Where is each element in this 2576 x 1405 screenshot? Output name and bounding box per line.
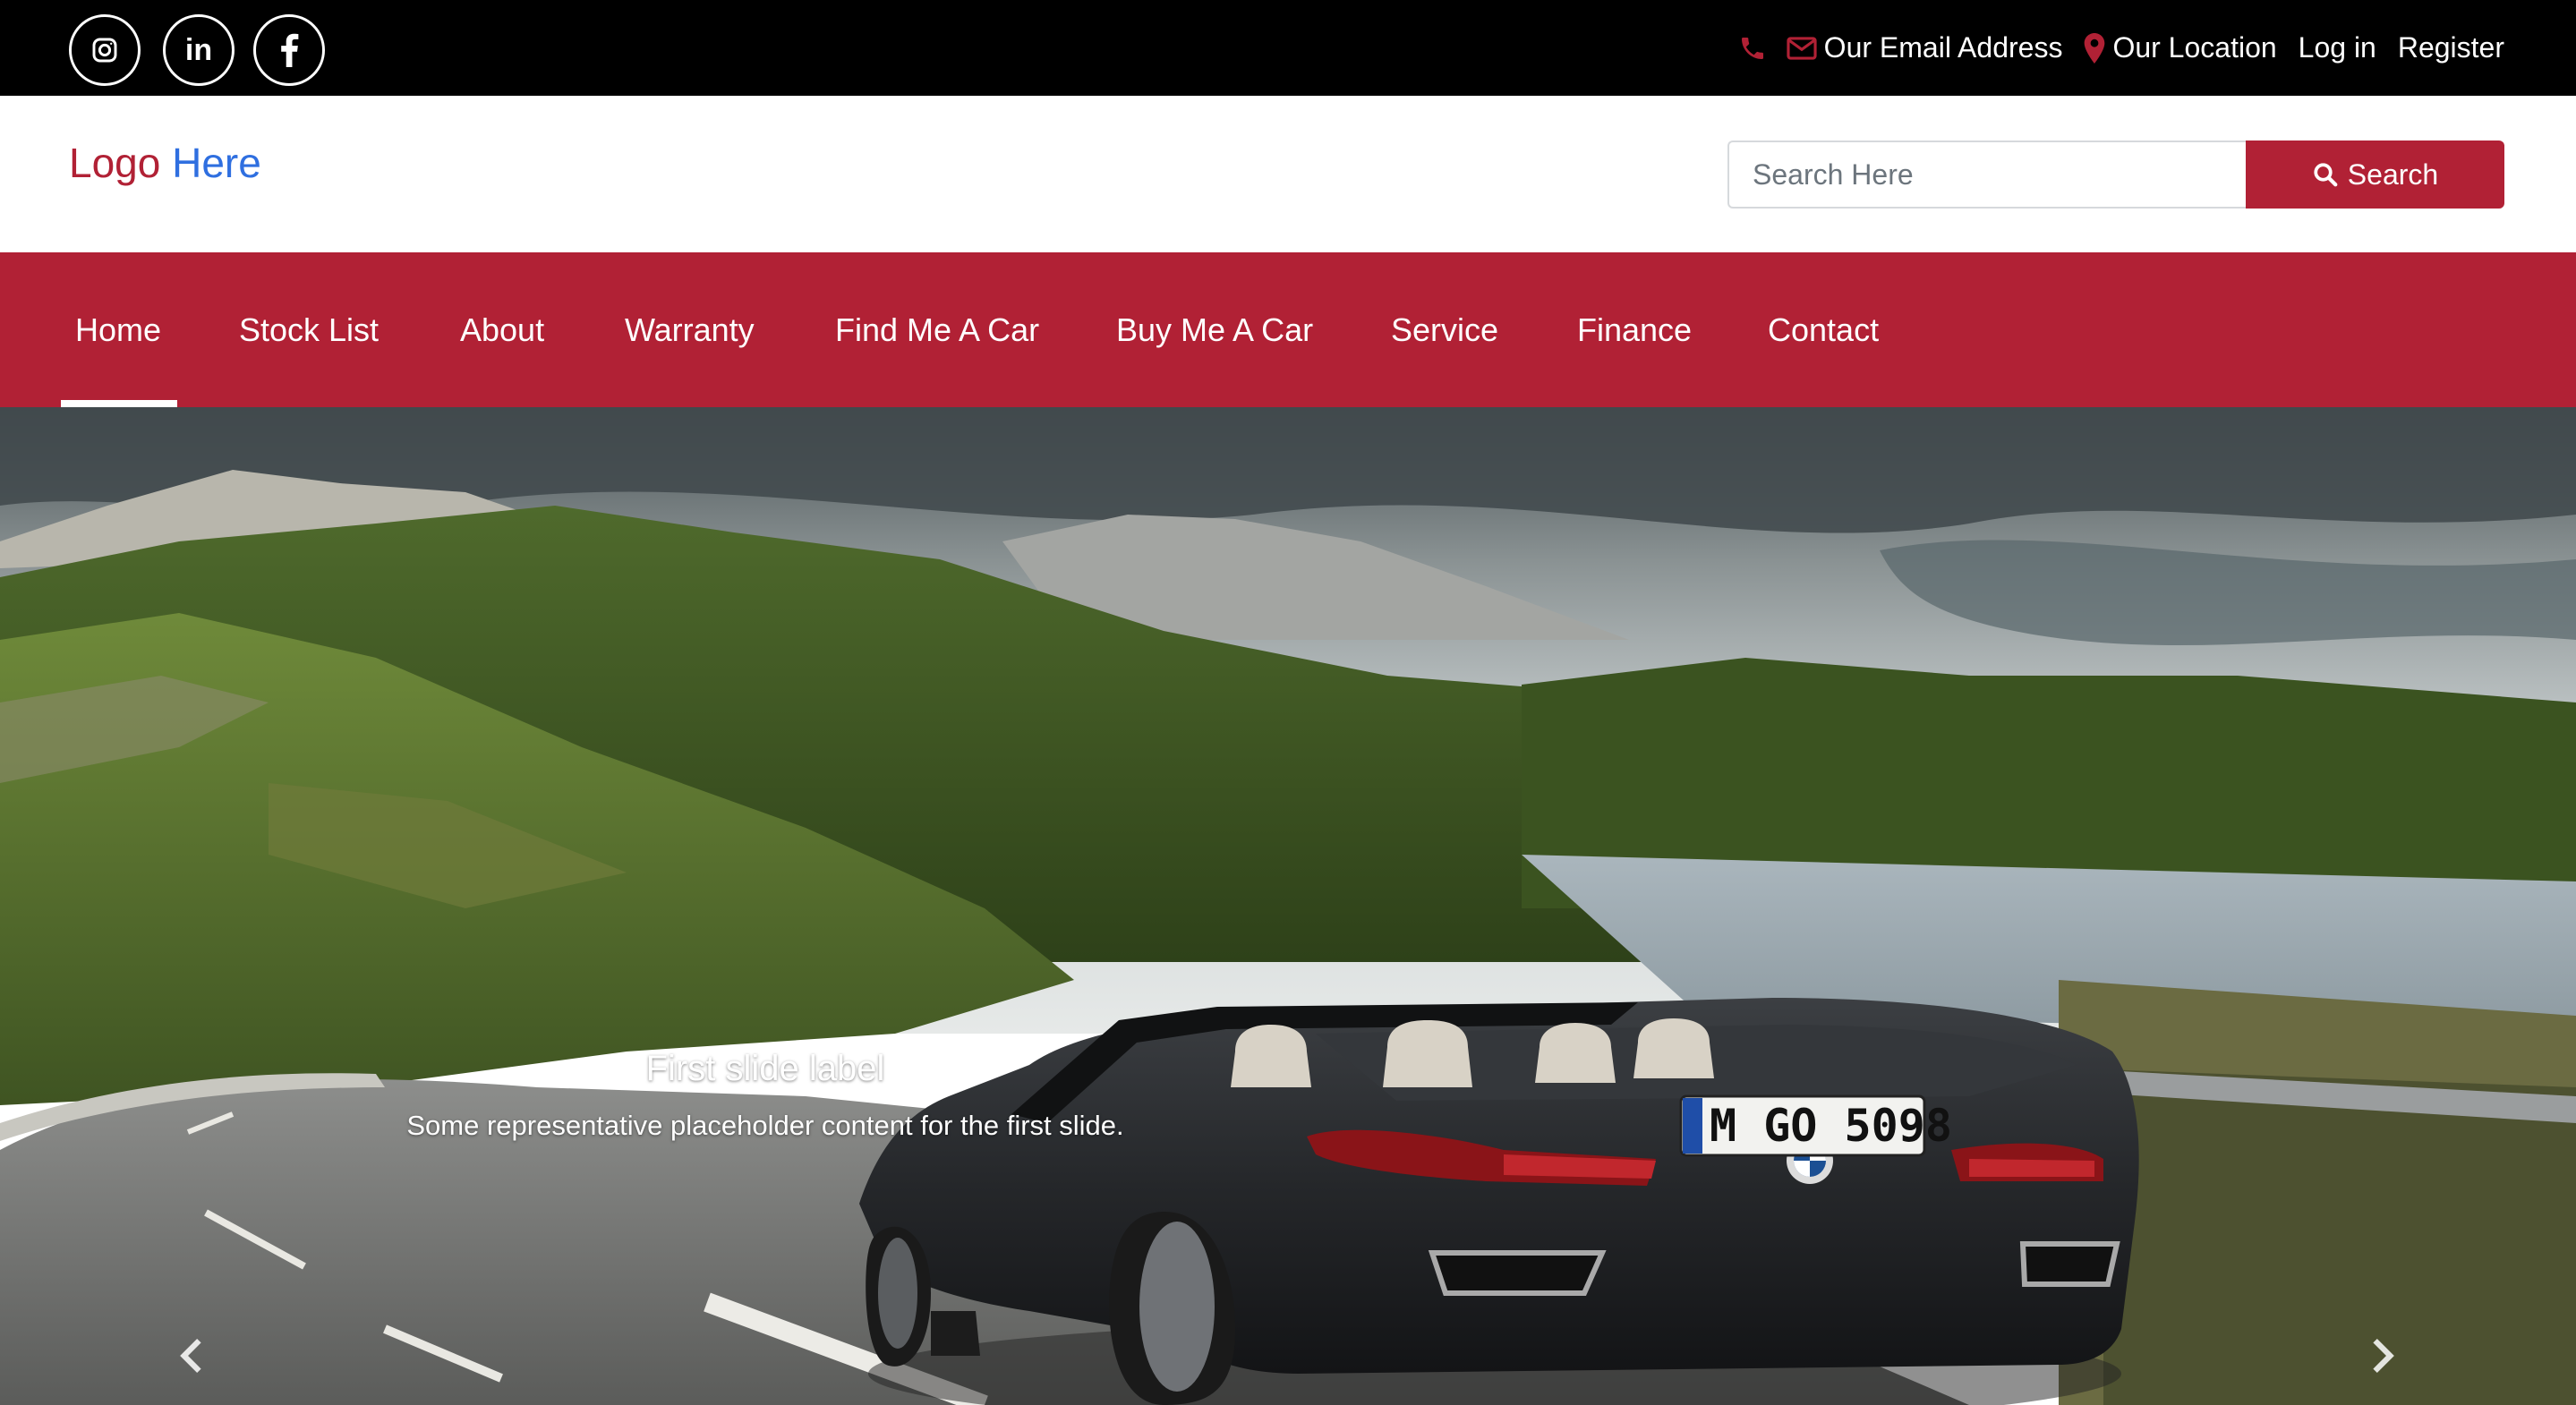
main-nav: Home Stock List About Warranty Find Me A…: [0, 252, 2576, 407]
chevron-left-icon: [180, 1338, 201, 1374]
chevron-right-icon: [2373, 1338, 2394, 1374]
linkedin-text: in: [184, 33, 213, 67]
location-link[interactable]: Our Location: [2084, 31, 2277, 64]
nav-label: About: [460, 311, 545, 348]
nav-label: Finance: [1577, 311, 1693, 348]
nav-label: Stock List: [239, 311, 380, 348]
logo-part-2: Here: [172, 140, 261, 186]
nav-item-about[interactable]: About: [460, 252, 544, 407]
email-link[interactable]: Our Email Address: [1787, 31, 2063, 64]
nav-item-contact[interactable]: Contact: [1768, 252, 1879, 407]
nav-item-stock-list[interactable]: Stock List: [239, 252, 379, 407]
linkedin-icon[interactable]: in: [163, 14, 235, 86]
search-input[interactable]: [1727, 140, 2246, 209]
carousel-caption-text: Some representative placeholder content …: [406, 1110, 1124, 1141]
nav-label: Contact: [1768, 311, 1880, 348]
instagram-icon[interactable]: [69, 14, 141, 86]
hero-image: M GO 5098: [0, 407, 2576, 1405]
nav-item-warranty[interactable]: Warranty: [625, 252, 755, 407]
active-nav-indicator: [61, 400, 177, 407]
hero-carousel: M GO 5098: [0, 407, 2576, 1405]
search-button[interactable]: Search: [2246, 140, 2504, 209]
logo[interactable]: Logo Here: [69, 142, 261, 183]
logo-part-1: Logo: [69, 140, 161, 186]
top-bar: in Our Email Address Our Location Log in…: [0, 0, 2576, 96]
nav-item-home[interactable]: Home: [75, 252, 161, 407]
nav-item-buy-me-a-car[interactable]: Buy Me A Car: [1116, 252, 1313, 407]
header: Logo Here Search: [0, 96, 2576, 252]
login-label: Log in: [2298, 31, 2376, 64]
nav-item-service[interactable]: Service: [1391, 252, 1498, 407]
register-link[interactable]: Register: [2398, 31, 2504, 64]
nav-label: Find Me A Car: [835, 311, 1040, 348]
top-links: Our Email Address Our Location Log in Re…: [1738, 0, 2504, 96]
nav-label: Service: [1391, 311, 1499, 348]
facebook-icon[interactable]: [253, 14, 325, 86]
license-plate-text: M GO 5098: [1710, 1100, 1952, 1152]
nav-label: Warranty: [625, 311, 755, 348]
nav-label: Home: [75, 311, 162, 348]
search-icon: [2314, 163, 2338, 187]
login-link[interactable]: Log in: [2299, 31, 2376, 64]
phone-link[interactable]: [1738, 34, 1767, 63]
carousel-caption-title: First slide label: [645, 1049, 885, 1088]
carousel-prev-button[interactable]: [165, 1329, 218, 1383]
nav-item-finance[interactable]: Finance: [1577, 252, 1692, 407]
map-marker-icon: [2085, 32, 2105, 64]
envelope-icon: [1787, 36, 1817, 60]
search-button-label: Search: [2347, 158, 2439, 191]
carousel-next-button[interactable]: [2356, 1329, 2410, 1383]
register-label: Register: [2397, 31, 2504, 64]
nav-item-find-me-a-car[interactable]: Find Me A Car: [835, 252, 1039, 407]
location-label: Our Location: [2112, 31, 2277, 64]
search-form: Search: [1727, 140, 2504, 209]
phone-icon: [1741, 37, 1763, 59]
email-label: Our Email Address: [1823, 31, 2063, 64]
nav-label: Buy Me A Car: [1116, 311, 1314, 348]
